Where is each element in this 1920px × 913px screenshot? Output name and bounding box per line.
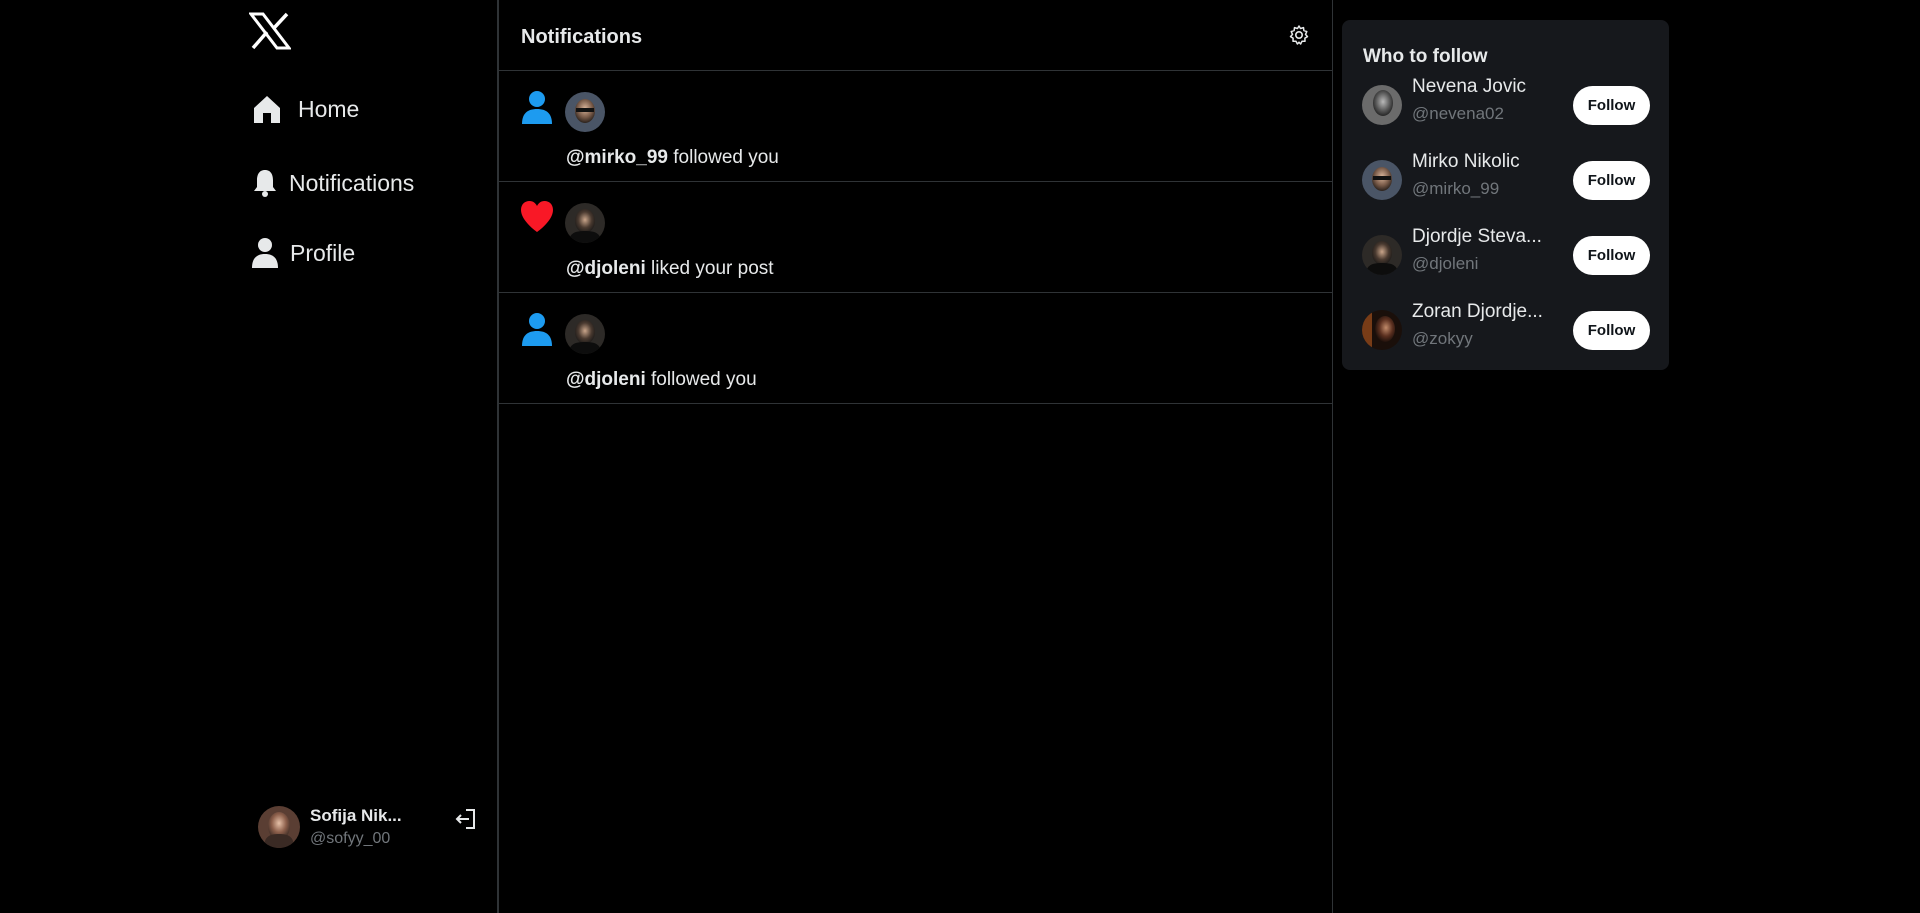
follow-button[interactable]: Follow bbox=[1573, 236, 1650, 275]
suggested-user[interactable]: Djordje Steva... @djoleni Follow bbox=[1362, 226, 1652, 286]
follow-button[interactable]: Follow bbox=[1573, 86, 1650, 125]
nav-item-profile[interactable]: Profile bbox=[250, 236, 355, 270]
follow-button[interactable]: Follow bbox=[1573, 311, 1650, 350]
avatar bbox=[258, 806, 300, 848]
suggested-user-name[interactable]: Nevena Jovic bbox=[1412, 76, 1550, 98]
suggested-user[interactable]: Mirko Nikolic @mirko_99 Follow bbox=[1362, 151, 1652, 211]
suggested-user-name[interactable]: Mirko Nikolic bbox=[1412, 151, 1550, 173]
notification-item[interactable]: @djoleni followed you bbox=[499, 293, 1332, 404]
avatar[interactable] bbox=[1362, 310, 1402, 350]
who-to-follow-panel: Who to follow Nevena Jovic @nevena02 Fol… bbox=[1342, 20, 1669, 370]
nav-item-notifications[interactable]: Notifications bbox=[251, 166, 414, 200]
avatar[interactable] bbox=[565, 92, 605, 132]
suggested-user-name[interactable]: Zoran Djordje... bbox=[1412, 301, 1550, 323]
x-logo-icon[interactable] bbox=[247, 12, 293, 50]
avatar[interactable] bbox=[1362, 85, 1402, 125]
person-icon bbox=[519, 89, 555, 125]
logout-icon[interactable] bbox=[453, 806, 479, 832]
notifications-column: Notifications @mirko_99 followed you @dj… bbox=[499, 0, 1333, 913]
home-icon bbox=[250, 92, 284, 126]
suggested-user-name[interactable]: Djordje Steva... bbox=[1412, 226, 1550, 248]
account-name: Sofija Nik... bbox=[310, 806, 402, 825]
page-header: Notifications bbox=[499, 0, 1332, 71]
gear-icon[interactable] bbox=[1288, 24, 1310, 46]
person-icon bbox=[519, 311, 555, 347]
account-handle: @sofyy_00 bbox=[310, 830, 391, 847]
avatar[interactable] bbox=[1362, 235, 1402, 275]
left-sidebar: Home Notifications Profile Sofija Nik...… bbox=[0, 0, 499, 913]
suggested-user-handle: @djoleni bbox=[1412, 254, 1479, 273]
nav-item-label: Profile bbox=[290, 239, 356, 266]
notification-text: @mirko_99 followed you bbox=[566, 147, 779, 169]
notification-item[interactable]: @djoleni liked your post bbox=[499, 182, 1332, 293]
suggested-user-handle: @zokyy bbox=[1412, 329, 1473, 348]
suggested-user[interactable]: Zoran Djordje... @zokyy Follow bbox=[1362, 301, 1652, 361]
suggested-user[interactable]: Nevena Jovic @nevena02 Follow bbox=[1362, 76, 1652, 136]
notification-message: followed you bbox=[645, 369, 757, 390]
notification-handle[interactable]: @djoleni bbox=[566, 369, 646, 390]
notification-text: @djoleni liked your post bbox=[566, 258, 774, 280]
nav-item-label: Notifications bbox=[289, 169, 415, 196]
avatar[interactable] bbox=[565, 203, 605, 243]
heart-icon bbox=[519, 200, 555, 236]
avatar[interactable] bbox=[565, 314, 605, 354]
nav-item-home[interactable]: Home bbox=[250, 92, 359, 126]
avatar[interactable] bbox=[1362, 160, 1402, 200]
notification-handle[interactable]: @mirko_99 bbox=[566, 147, 668, 168]
notification-text: @djoleni followed you bbox=[566, 369, 757, 391]
suggested-user-handle: @nevena02 bbox=[1412, 104, 1504, 123]
bell-icon bbox=[251, 166, 279, 200]
notification-item[interactable]: @mirko_99 followed you bbox=[499, 71, 1332, 182]
suggested-user-handle: @mirko_99 bbox=[1412, 179, 1500, 198]
account-switcher[interactable]: Sofija Nik... @sofyy_00 bbox=[258, 803, 482, 851]
page-title: Notifications bbox=[521, 26, 643, 48]
nav-item-label: Home bbox=[298, 95, 360, 122]
notification-handle[interactable]: @djoleni bbox=[566, 258, 646, 279]
who-to-follow-title: Who to follow bbox=[1363, 46, 1488, 67]
notification-message: followed you bbox=[667, 147, 779, 168]
person-icon bbox=[250, 236, 280, 270]
follow-button[interactable]: Follow bbox=[1573, 161, 1650, 200]
notification-message: liked your post bbox=[645, 258, 774, 279]
